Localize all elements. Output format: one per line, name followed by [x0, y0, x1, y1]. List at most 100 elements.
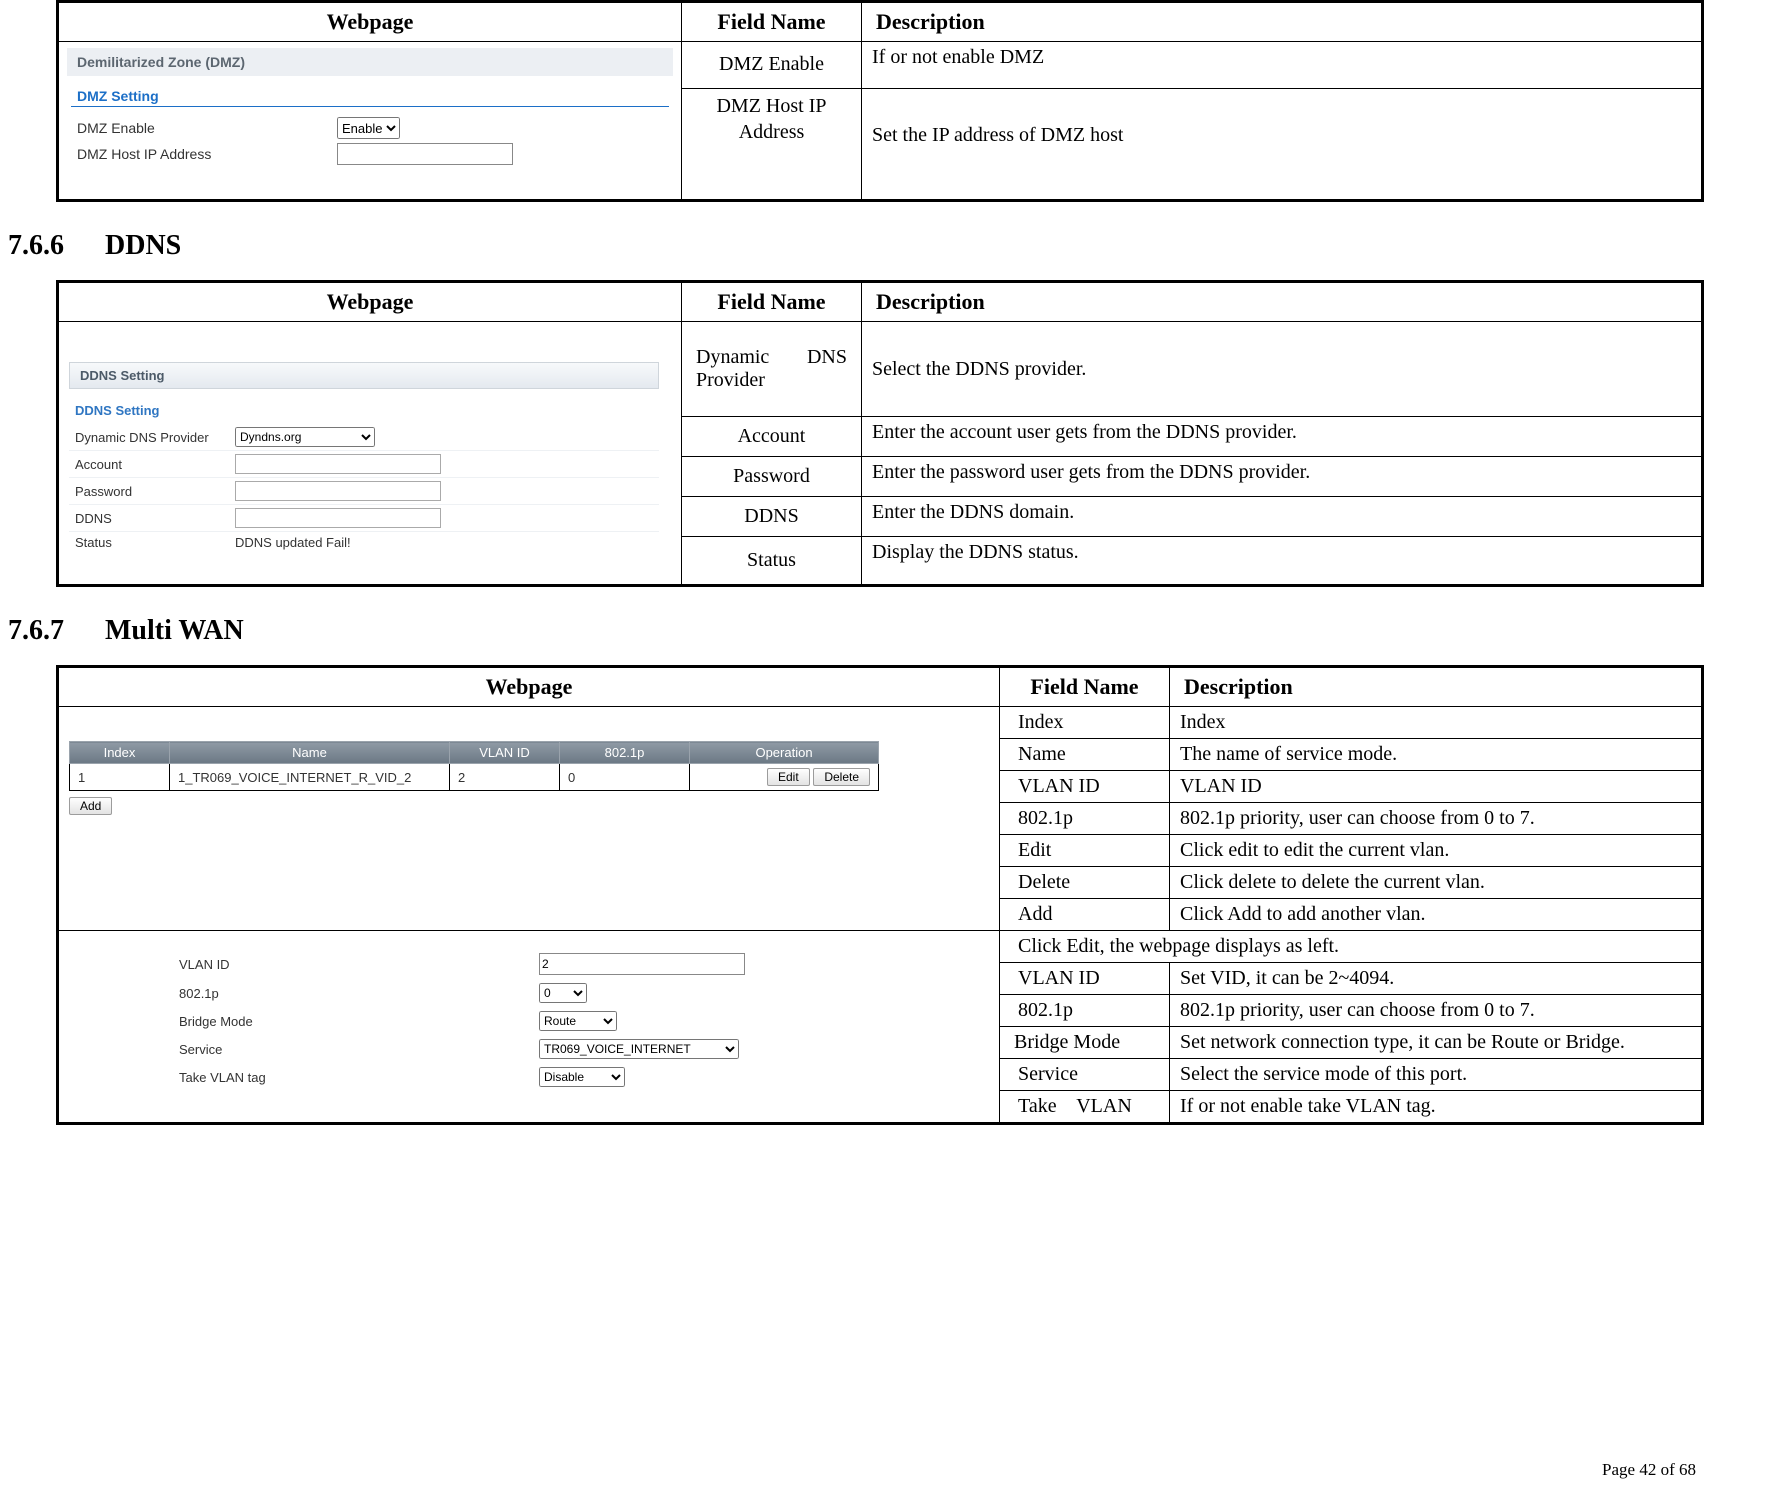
mwan-top5-field: Delete [1000, 867, 1170, 899]
mwan-edit-screenshot: VLAN ID 802.1p 0 Bridge Mode Route [59, 931, 999, 1105]
mwan-bot1-field: 802.1p [1000, 995, 1170, 1027]
mwan-top5-desc: Click delete to delete the current vlan. [1170, 867, 1703, 899]
mwan-edit-vlan-input[interactable] [539, 953, 745, 975]
mwan-top2-desc: VLAN ID [1170, 771, 1703, 803]
dmz-screenshot: Demilitarized Zone (DMZ) DMZ Setting DMZ… [59, 42, 681, 199]
mwan-note: Click Edit, the webpage displays as left… [1000, 931, 1703, 963]
mwan-edit-bridge-label: Bridge Mode [179, 1014, 539, 1029]
dmz-header-row: Webpage Field Name Description [58, 2, 1703, 42]
ddns-account-label: Account [75, 457, 235, 472]
col-description: Description [862, 2, 1703, 42]
mwan-list-table: Index Name VLAN ID 802.1p Operation 1 1_… [69, 741, 879, 791]
mwan-cell-p: 0 [560, 764, 690, 791]
mwan-top4-desc: Click edit to edit the current vlan. [1170, 835, 1703, 867]
ddns-password-input[interactable] [235, 481, 441, 501]
mwan-edit-service-label: Service [179, 1042, 539, 1057]
col-field-name: Field Name [1000, 667, 1170, 707]
col-webpage: Webpage [58, 282, 682, 322]
ddns-ddns-input[interactable] [235, 508, 441, 528]
ddns-legend: DDNS Setting [75, 403, 653, 418]
mwan-list-screenshot: Index Name VLAN ID 802.1p Operation 1 1_… [59, 707, 889, 827]
dmz-section-title: DMZ Setting [71, 84, 669, 107]
dmz-enable-label: DMZ Enable [77, 120, 337, 136]
col-description: Description [862, 282, 1703, 322]
mwan-col-p: 802.1p [560, 742, 690, 764]
col-field-name: Field Name [682, 282, 862, 322]
mwan-top2-field: VLAN ID [1000, 771, 1170, 803]
ddns-row0-desc: Select the DDNS provider. [862, 322, 1703, 417]
mwan-bot2-field: Bridge Mode [1000, 1027, 1170, 1059]
mwan-cell-vlan: 2 [450, 764, 560, 791]
dmz-row1-field: DMZ Host IP Address [682, 88, 862, 200]
mwan-col-vlan: VLAN ID [450, 742, 560, 764]
section-7-6-7-title: Multi WAN [105, 615, 244, 646]
section-7-6-6-title: DDNS [105, 230, 181, 261]
edit-button[interactable]: Edit [767, 768, 810, 786]
dmz-enable-select[interactable]: Enable [337, 117, 400, 139]
mwan-bot0-field: VLAN ID [1000, 963, 1170, 995]
mwan-bot3-field: Service [1000, 1059, 1170, 1091]
mwan-edit-bridge-select[interactable]: Route [539, 1011, 617, 1031]
mwan-cell-op: Edit Delete [690, 764, 879, 791]
ddns-bar-title: DDNS Setting [69, 362, 659, 389]
mwan-bot4-field: Take VLAN [1000, 1091, 1170, 1124]
ddns-status-value: DDNS updated Fail! [235, 535, 351, 550]
ddns-row-provider: DDNS Setting DDNS Setting Dynamic DNS Pr… [58, 322, 1703, 417]
ddns-screenshot: DDNS Setting DDNS Setting Dynamic DNS Pr… [59, 322, 669, 583]
mwan-cell-name: 1_TR069_VOICE_INTERNET_R_VID_2 [170, 764, 450, 791]
mwan-bot3-desc: Select the service mode of this port. [1170, 1059, 1703, 1091]
col-field-name: Field Name [682, 2, 862, 42]
mwan-edit-p-select[interactable]: 0 [539, 983, 587, 1003]
ddns-row2-desc: Enter the password user gets from the DD… [862, 457, 1703, 497]
ddns-row0-field-line1: Dynamic DNS [688, 346, 855, 369]
dmz-panel-title: Demilitarized Zone (DMZ) [67, 48, 673, 76]
mwan-top0-desc: Index [1170, 707, 1703, 739]
ddns-row3-field: DDNS [682, 497, 862, 537]
col-webpage: Webpage [58, 2, 682, 42]
mwan-top1-desc: The name of service mode. [1170, 739, 1703, 771]
add-button[interactable]: Add [69, 797, 112, 815]
col-description: Description [1170, 667, 1703, 707]
ddns-row1-field: Account [682, 417, 862, 457]
mwan-table: Webpage Field Name Description Index Nam… [56, 665, 1704, 1125]
ddns-status-label: Status [75, 535, 235, 550]
dmz-row1-desc: Set the IP address of DMZ host [862, 88, 1703, 200]
dmz-row0-field: DMZ Enable [682, 42, 862, 89]
mwan-edit-take-label: Take VLAN tag [179, 1070, 539, 1085]
mwan-bot4-desc: If or not enable take VLAN tag. [1170, 1091, 1703, 1124]
ddns-row0-field-line2: Provider [688, 369, 855, 392]
ddns-table: Webpage Field Name Description DDNS Sett… [56, 280, 1704, 587]
ddns-row3-desc: Enter the DDNS domain. [862, 497, 1703, 537]
mwan-edit-vlan-label: VLAN ID [179, 957, 539, 972]
page-footer: Page 42 of 68 [1602, 1460, 1696, 1480]
mwan-col-op: Operation [690, 742, 879, 764]
mwan-top6-field: Add [1000, 899, 1170, 931]
ddns-provider-select[interactable]: Dyndns.org [235, 427, 375, 447]
mwan-edit-take-select[interactable]: Disable [539, 1067, 625, 1087]
ddns-row4-field: Status [682, 537, 862, 586]
ddns-password-label: Password [75, 484, 235, 499]
mwan-bot2-desc: Set network connection type, it can be R… [1170, 1027, 1703, 1059]
ddns-row2-field: Password [682, 457, 862, 497]
mwan-row-index: Index Name VLAN ID 802.1p Operation 1 1_… [58, 707, 1703, 739]
mwan-top4-field: Edit [1000, 835, 1170, 867]
mwan-col-name: Name [170, 742, 450, 764]
ddns-provider-label: Dynamic DNS Provider [75, 430, 235, 445]
mwan-edit-service-select[interactable]: TR069_VOICE_INTERNET [539, 1039, 739, 1059]
mwan-bot0-desc: Set VID, it can be 2~4094. [1170, 963, 1703, 995]
section-7-6-7-number: 7.6.7 [8, 615, 98, 647]
mwan-col-index: Index [70, 742, 170, 764]
mwan-top0-field: Index [1000, 707, 1170, 739]
mwan-cell-index: 1 [70, 764, 170, 791]
ddns-account-input[interactable] [235, 454, 441, 474]
ddns-header-row: Webpage Field Name Description [58, 282, 1703, 322]
mwan-edit-p-label: 802.1p [179, 986, 539, 1001]
dmz-table: Webpage Field Name Description Demilitar… [56, 0, 1704, 202]
mwan-top1-field: Name [1000, 739, 1170, 771]
mwan-top6-desc: Click Add to add another vlan. [1170, 899, 1703, 931]
dmz-host-input[interactable] [337, 143, 513, 165]
delete-button[interactable]: Delete [813, 768, 870, 786]
mwan-top3-desc: 802.1p priority, user can choose from 0 … [1170, 803, 1703, 835]
ddns-ddns-label: DDNS [75, 511, 235, 526]
col-webpage: Webpage [58, 667, 1000, 707]
